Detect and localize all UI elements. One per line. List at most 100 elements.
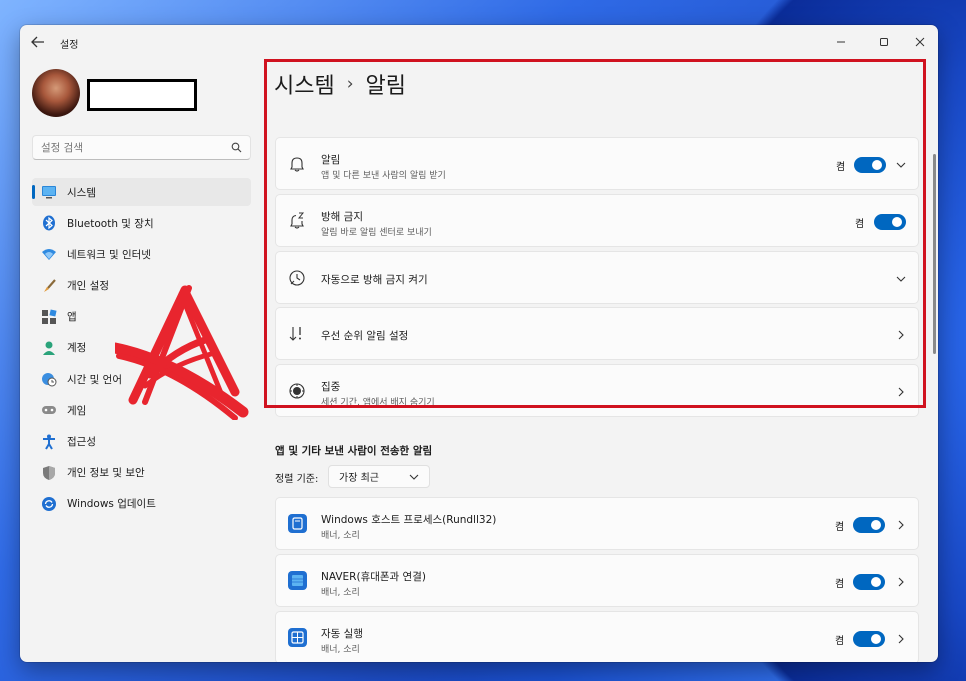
chevron-right-icon[interactable]: [896, 330, 906, 340]
sidebar-item-label: 시스템: [67, 186, 96, 199]
title-bar: 설정: [20, 25, 938, 59]
apps-section-title: 앱 및 기타 보낸 사람이 전송한 알림: [275, 445, 433, 457]
app-subtitle: 배너, 소리: [321, 531, 360, 541]
sidebar-item-apps[interactable]: 앱: [32, 303, 251, 331]
do-not-disturb-toggle[interactable]: [874, 214, 906, 230]
sidebar-item-label: 네트워크 및 인터넷: [67, 248, 151, 261]
priority-notifications-setting[interactable]: 우선 순위 알림 설정: [275, 307, 919, 360]
bluetooth-icon: [41, 215, 57, 231]
focus-icon: [289, 383, 305, 399]
app-notification-row[interactable]: 자동 실행 배너, 소리 켬: [275, 611, 919, 662]
sidebar-item-personalization[interactable]: 개인 설정: [32, 272, 251, 300]
sort-dropdown[interactable]: 가장 최근: [328, 465, 430, 488]
scrollbar[interactable]: [933, 154, 936, 354]
sidebar-item-privacy[interactable]: 개인 정보 및 보안: [32, 459, 251, 487]
sort-dropdown-value: 가장 최근: [339, 473, 379, 484]
toggle-state-label: 켬: [855, 219, 865, 230]
app-title: 설정: [60, 40, 79, 51]
maximize-icon: [880, 38, 888, 46]
main-content: 시스템 › 알림 알림 앱 및 다른 보낸 사람의 알림 받기 켬 방해 금지 …: [264, 59, 938, 662]
chevron-right-icon[interactable]: [896, 577, 906, 587]
toggle-state-label: 켬: [836, 162, 846, 173]
chevron-down-icon[interactable]: [896, 160, 906, 170]
setting-title: 알림: [321, 154, 341, 166]
toggle-state-label: 켬: [835, 522, 845, 533]
maximize-button[interactable]: [867, 29, 901, 55]
toggle-state-label: 켬: [835, 636, 845, 647]
setting-title: 집중: [321, 381, 341, 393]
close-button[interactable]: [903, 29, 937, 55]
chevron-down-icon[interactable]: [896, 274, 906, 284]
sidebar-item-label: 게임: [67, 404, 87, 417]
wifi-icon: [41, 246, 57, 262]
phone-link-icon: [288, 571, 307, 590]
back-arrow-icon[interactable]: [30, 35, 46, 49]
settings-window: 설정 시스템 Bluetooth 및 장치 네트워크 및 인터넷: [20, 25, 938, 662]
app-subtitle: 배너, 소리: [321, 645, 360, 655]
redacted-username: [87, 79, 197, 111]
sidebar-nav: 시스템 Bluetooth 및 장치 네트워크 및 인터넷 개인 설정 앱 계정…: [32, 178, 251, 521]
sidebar-item-accessibility[interactable]: 접근성: [32, 428, 251, 456]
sidebar-item-gaming[interactable]: 게임: [32, 396, 251, 424]
page-title: 시스템 › 알림: [274, 68, 406, 100]
apps-icon: [41, 309, 57, 325]
accessibility-icon: [41, 434, 57, 450]
shield-icon: [41, 465, 57, 481]
sidebar-item-label: 접근성: [67, 436, 96, 448]
autoplay-icon: [288, 628, 307, 647]
sidebar-item-windows-update[interactable]: Windows 업데이트: [32, 490, 251, 518]
sidebar-item-label: 계정: [67, 342, 87, 355]
brush-icon: [41, 278, 57, 294]
chevron-right-icon[interactable]: [896, 520, 906, 530]
sidebar-item-accounts[interactable]: 계정: [32, 334, 251, 362]
app-subtitle: 배너, 소리: [321, 588, 360, 598]
app-title: NAVER(휴대폰과 연결): [321, 571, 426, 583]
sidebar-item-system[interactable]: 시스템: [32, 178, 251, 206]
sidebar-item-network[interactable]: 네트워크 및 인터넷: [32, 240, 251, 268]
sidebar-item-label: 시간 및 언어: [67, 373, 122, 386]
focus-setting[interactable]: 집중 세션 기간, 앱에서 배지 숨기기: [275, 364, 919, 417]
app-notification-toggle[interactable]: [853, 574, 885, 590]
setting-title: 우선 순위 알림 설정: [321, 330, 409, 342]
app-notification-toggle[interactable]: [853, 631, 885, 647]
sidebar-item-label: Windows 업데이트: [67, 498, 156, 511]
monitor-icon: [41, 184, 57, 200]
sidebar-item-label: 개인 설정: [67, 280, 109, 293]
breadcrumb-separator: ›: [346, 74, 354, 94]
sidebar-item-bluetooth[interactable]: Bluetooth 및 장치: [32, 209, 251, 237]
app-notification-toggle[interactable]: [853, 517, 885, 533]
breadcrumb-parent[interactable]: 시스템: [274, 68, 335, 100]
sort-priority-icon: [289, 327, 301, 341]
search-icon[interactable]: [231, 142, 242, 153]
setting-subtitle: 세션 기간, 앱에서 배지 숨기기: [321, 398, 435, 408]
chevron-down-icon: [409, 474, 419, 480]
sidebar-item-label: 앱: [67, 311, 77, 324]
bell-snooze-icon: [290, 212, 305, 229]
chevron-right-icon[interactable]: [896, 634, 906, 644]
clock-icon: [289, 270, 305, 286]
gamepad-icon: [41, 402, 57, 418]
search-box[interactable]: [32, 135, 251, 160]
setting-subtitle: 알림 바로 알림 센터로 보내기: [321, 228, 432, 238]
sidebar-item-time-language[interactable]: 시간 및 언어: [32, 365, 251, 393]
breadcrumb-current: 알림: [365, 74, 407, 99]
do-not-disturb-setting[interactable]: 방해 금지 알림 바로 알림 센터로 보내기 켬: [275, 194, 919, 247]
setting-title: 자동으로 방해 금지 켜기: [321, 274, 428, 286]
minimize-button[interactable]: [824, 29, 858, 55]
avatar[interactable]: [32, 69, 80, 117]
app-window-icon: [288, 514, 307, 533]
app-notification-row[interactable]: Windows 호스트 프로세스(Rundll32) 배너, 소리 켬: [275, 497, 919, 550]
notifications-toggle[interactable]: [854, 157, 886, 173]
notifications-setting[interactable]: 알림 앱 및 다른 보낸 사람의 알림 받기 켬: [275, 137, 919, 190]
auto-do-not-disturb-setting[interactable]: 자동으로 방해 금지 켜기: [275, 251, 919, 304]
setting-subtitle: 앱 및 다른 보낸 사람의 알림 받기: [321, 171, 446, 181]
minimize-icon: [837, 41, 845, 43]
app-title: Windows 호스트 프로세스(Rundll32): [321, 514, 497, 526]
chevron-right-icon[interactable]: [896, 387, 906, 397]
search-input[interactable]: [41, 141, 226, 154]
app-notification-row[interactable]: NAVER(휴대폰과 연결) 배너, 소리 켬: [275, 554, 919, 607]
sidebar-item-label: 개인 정보 및 보안: [67, 467, 145, 480]
setting-title: 방해 금지: [321, 211, 363, 223]
bell-icon: [290, 157, 304, 172]
sidebar-item-label: Bluetooth 및 장치: [67, 217, 154, 230]
